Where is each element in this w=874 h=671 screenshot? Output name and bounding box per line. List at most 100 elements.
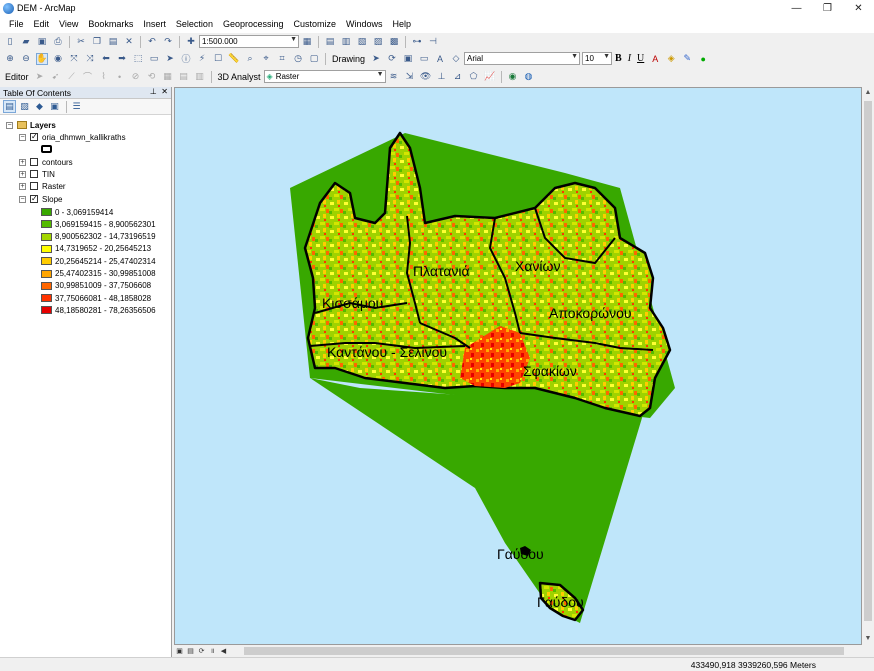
analyst-layer-combo[interactable]: ◈ Raster ▼ bbox=[263, 70, 386, 83]
fixed-zoom-in-icon[interactable]: ⤧ bbox=[68, 53, 80, 65]
edit-tool-icon[interactable]: ➤ bbox=[34, 71, 46, 83]
rectangle-icon[interactable]: ▭ bbox=[418, 53, 430, 65]
legend-item[interactable]: 20,25645214 - 25,47402314 bbox=[41, 255, 156, 267]
straight-segment-icon[interactable]: ⟋ bbox=[66, 71, 78, 83]
pause-drawing-icon[interactable]: ॥ bbox=[207, 646, 218, 656]
hyperlink-icon[interactable]: ⚡ bbox=[196, 53, 208, 65]
collapse-icon[interactable]: − bbox=[6, 121, 13, 129]
model-builder-icon[interactable]: ⊶ bbox=[411, 36, 423, 48]
marker-color-icon[interactable]: ● bbox=[697, 53, 709, 65]
rotate-icon[interactable]: ⟳ bbox=[386, 53, 398, 65]
font-combo[interactable]: Arial ▼ bbox=[464, 52, 581, 65]
line-of-sight-icon[interactable]: 👁 bbox=[420, 71, 432, 83]
pin-icon[interactable]: ⊥ bbox=[150, 87, 157, 96]
polygon-symbol-icon[interactable] bbox=[41, 145, 52, 153]
menu-selection[interactable]: Selection bbox=[171, 16, 218, 33]
undo-icon[interactable]: ↶ bbox=[146, 36, 158, 48]
layer-visibility-checkbox[interactable]: ✓ bbox=[30, 133, 38, 141]
go-forward-icon[interactable]: ➡ bbox=[116, 53, 128, 65]
add-data-icon[interactable]: ✚ bbox=[185, 36, 197, 48]
zoom-out-icon[interactable]: ⊖ bbox=[20, 53, 32, 65]
underline-button[interactable]: U bbox=[637, 53, 644, 64]
time-slider-icon[interactable]: ◷ bbox=[292, 53, 304, 65]
select-arrow-icon[interactable]: ➤ bbox=[370, 53, 382, 65]
menu-file[interactable]: File bbox=[4, 16, 29, 33]
rotate-edit-icon[interactable]: ⟲ bbox=[146, 71, 158, 83]
font-size-combo[interactable]: 10 ▼ bbox=[582, 52, 613, 65]
legend-item[interactable]: 14,7319652 - 20,25645213 bbox=[41, 243, 151, 255]
menu-insert[interactable]: Insert bbox=[138, 16, 171, 33]
toc-layer-slope[interactable]: − ✓ Slope bbox=[19, 193, 62, 205]
restore-button[interactable]: ❐ bbox=[812, 0, 843, 16]
legend-swatch[interactable] bbox=[41, 232, 52, 241]
fill-color-icon[interactable]: ◈ bbox=[665, 53, 677, 65]
map-scale-combo[interactable]: 1:500.000 ▼ bbox=[199, 35, 299, 48]
legend-swatch[interactable] bbox=[41, 220, 52, 229]
legend-swatch[interactable] bbox=[41, 244, 52, 253]
3d-analyst-menu[interactable]: 3D Analyst bbox=[215, 72, 264, 82]
catalog-icon[interactable]: ▥ bbox=[340, 36, 352, 48]
create-features-icon[interactable]: ▥ bbox=[194, 71, 206, 83]
edit-annotation-icon[interactable]: ➹ bbox=[50, 71, 62, 83]
toc-layer-oria[interactable]: − ✓ oria_dhmwn_kallikraths bbox=[19, 131, 126, 143]
split-icon[interactable]: ⊘ bbox=[130, 71, 142, 83]
arcscene-icon[interactable]: ◉ bbox=[507, 71, 519, 83]
legend-swatch[interactable] bbox=[41, 208, 52, 216]
new-icon[interactable]: ▯ bbox=[4, 36, 16, 48]
toc-symbol-oria[interactable] bbox=[41, 143, 52, 155]
minimize-button[interactable]: — bbox=[781, 0, 812, 16]
menu-help[interactable]: Help bbox=[388, 16, 417, 33]
legend-swatch[interactable] bbox=[41, 281, 52, 290]
layer-visibility-checkbox[interactable] bbox=[30, 170, 38, 178]
layer-visibility-checkbox[interactable] bbox=[30, 158, 38, 166]
viewer-window-icon[interactable]: ▢ bbox=[308, 53, 320, 65]
legend-item[interactable]: 3,069159415 - 8,900562301 bbox=[41, 218, 156, 230]
interpolate-polygon-icon[interactable]: ⬠ bbox=[468, 71, 480, 83]
select-elements-icon[interactable]: ➤ bbox=[164, 53, 176, 65]
find-route-icon[interactable]: ⌖ bbox=[260, 53, 272, 65]
go-back-icon[interactable]: ⬅ bbox=[100, 53, 112, 65]
scroll-up-icon[interactable]: ▲ bbox=[862, 87, 874, 99]
arcglobe-icon[interactable]: ◍ bbox=[523, 71, 535, 83]
data-view-icon[interactable]: ▣ bbox=[174, 646, 185, 656]
legend-item[interactable]: 48,18580281 - 78,26356506 bbox=[41, 304, 156, 316]
list-by-drawing-order-icon[interactable]: ▤ bbox=[3, 100, 16, 113]
list-by-visibility-icon[interactable]: ◆ bbox=[33, 100, 46, 113]
attributes-icon[interactable]: ▦ bbox=[162, 71, 174, 83]
html-popup-icon[interactable]: ☐ bbox=[212, 53, 224, 65]
steepest-path-icon[interactable]: ⇲ bbox=[404, 71, 416, 83]
menu-edit[interactable]: Edit bbox=[29, 16, 55, 33]
find-icon[interactable]: ⌕ bbox=[244, 53, 256, 65]
layout-view-icon[interactable]: ▤ bbox=[185, 646, 196, 656]
edit-vertices-icon[interactable]: ◇ bbox=[450, 53, 462, 65]
list-by-source-icon[interactable]: ▨ bbox=[18, 100, 31, 113]
identify-icon[interactable]: ⓘ bbox=[180, 53, 192, 65]
map-view[interactable]: Πλατανιά Χανίων Κισσάμου Αποκορώνου Καντ… bbox=[174, 87, 862, 645]
zoom-in-icon[interactable]: ⊕ bbox=[4, 53, 16, 65]
horizontal-scrollbar[interactable]: ▣ ▤ ⟳ ॥ ◀ bbox=[174, 645, 862, 657]
editor-menu[interactable]: Editor bbox=[2, 72, 32, 82]
expand-icon[interactable]: + bbox=[19, 182, 26, 190]
arctoolbox-icon[interactable]: ▨ bbox=[372, 36, 384, 48]
toc-layer-tin[interactable]: + TIN bbox=[19, 168, 55, 180]
table-of-contents-icon[interactable]: ▤ bbox=[324, 36, 336, 48]
toc-layer-raster[interactable]: + Raster bbox=[19, 180, 66, 192]
options-icon[interactable]: ☰ bbox=[70, 100, 83, 113]
profile-graph-icon[interactable]: 📈 bbox=[484, 71, 496, 83]
expand-icon[interactable]: + bbox=[19, 158, 26, 166]
zoom-whole-page-icon[interactable]: ▣ bbox=[402, 53, 414, 65]
collapse-icon[interactable]: − bbox=[19, 195, 26, 203]
toc-layers-root[interactable]: − Layers bbox=[6, 119, 56, 131]
measure-icon[interactable]: ⊣ bbox=[427, 36, 439, 48]
go-to-xy-icon[interactable]: ⌗ bbox=[276, 53, 288, 65]
font-color-icon[interactable]: A bbox=[649, 53, 661, 65]
interpolate-line-icon[interactable]: ⊿ bbox=[452, 71, 464, 83]
sketch-properties-icon[interactable]: ▤ bbox=[178, 71, 190, 83]
text-tool-icon[interactable]: A bbox=[434, 53, 446, 65]
layer-visibility-checkbox[interactable]: ✓ bbox=[30, 195, 38, 203]
scroll-down-icon[interactable]: ▼ bbox=[862, 633, 874, 645]
legend-swatch[interactable] bbox=[41, 294, 52, 303]
editor-toolbar-icon[interactable]: ▦ bbox=[301, 36, 313, 48]
legend-item[interactable]: 25,47402315 - 30,99851008 bbox=[41, 268, 156, 280]
legend-item[interactable]: 0 - 3,069159414 bbox=[41, 206, 113, 218]
